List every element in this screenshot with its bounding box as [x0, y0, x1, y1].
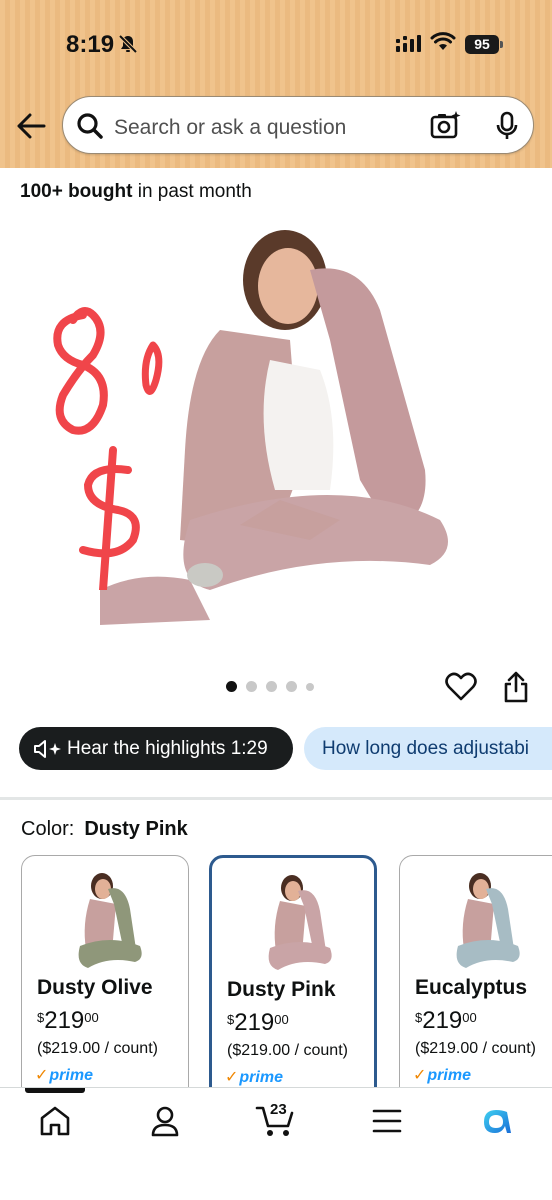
color-option-price: $21900 [37, 1007, 99, 1035]
unit-price: ($219.00 / count) [37, 1040, 158, 1057]
price-fraction: 00 [274, 1012, 289, 1027]
prime-check-icon: ✓ [35, 1067, 49, 1084]
color-option-price: $21900 [415, 1007, 477, 1035]
color-option-price: $21900 [227, 1009, 289, 1037]
bought-count: 100+ bought [20, 181, 133, 202]
search-input[interactable]: Search or ask a question [62, 96, 534, 154]
menu-icon[interactable] [372, 1108, 402, 1139]
price-fraction: 00 [462, 1010, 477, 1025]
bought-suffix: in past month [132, 181, 252, 202]
carousel-dot[interactable] [286, 681, 297, 692]
wifi-icon [430, 32, 456, 57]
share-icon[interactable] [503, 671, 529, 708]
carousel-dot[interactable] [246, 681, 257, 692]
hear-highlights-label: Hear the highlights 1:29 [67, 738, 268, 759]
color-option-dusty-pink[interactable]: Dusty Pink $21900 ($219.00 / count) ✓pri… [209, 855, 377, 1105]
rufus-assistant-icon[interactable] [480, 1105, 514, 1142]
color-selector-label: Color: Dusty Pink [21, 818, 188, 841]
active-tab-indicator [25, 1088, 85, 1093]
microphone-icon[interactable] [495, 111, 519, 146]
status-time: 8:19 [66, 31, 115, 58]
price-currency: $ [415, 1010, 423, 1025]
hear-highlights-button[interactable]: Hear the highlights 1:29 [19, 727, 293, 770]
cart-count: 23 [270, 1101, 287, 1118]
section-divider [0, 797, 552, 800]
color-option-thumbnail [456, 873, 520, 968]
pillow-shape [456, 940, 520, 968]
account-icon[interactable] [150, 1105, 180, 1142]
color-option-name: Dusty Olive [37, 976, 153, 999]
carousel-dot[interactable] [226, 681, 237, 692]
app-header: 8:19 95 Search or ask a question [0, 0, 552, 168]
camera-search-icon[interactable] [430, 110, 462, 145]
unit-price: ($219.00 / count) [415, 1040, 536, 1057]
pillow-shape [268, 942, 332, 970]
carousel-dot[interactable] [266, 681, 277, 692]
battery-indicator: 95 [465, 35, 499, 54]
color-option-dusty-olive[interactable]: Dusty Olive $21900 ($219.00 / count) ✓pr… [21, 855, 189, 1105]
status-bar: 8:19 95 [0, 0, 552, 90]
price-currency: $ [227, 1012, 235, 1027]
price-whole: 219 [422, 1007, 463, 1034]
search-icon [76, 112, 104, 145]
suggested-question-button[interactable]: How long does adjustabi [304, 727, 552, 770]
search-placeholder: Search or ask a question [114, 116, 347, 139]
prime-badge: ✓prime [413, 1065, 471, 1085]
prime-label: prime [49, 1067, 93, 1084]
home-icon[interactable] [38, 1105, 72, 1142]
color-option-thumbnail [268, 875, 332, 970]
bell-off-icon [118, 34, 138, 59]
pillow-shape [78, 940, 142, 968]
selected-color: Dusty Pink [84, 818, 188, 840]
bought-in-past-month: 100+ bought in past month [20, 181, 252, 203]
prime-badge: ✓prime [225, 1067, 283, 1087]
price-fraction: 00 [84, 1010, 99, 1025]
price-whole: 219 [234, 1009, 275, 1036]
bottom-navigation: 23 [0, 1087, 552, 1200]
unit-price: ($219.00 / count) [227, 1042, 348, 1059]
price-whole: 219 [44, 1007, 85, 1034]
color-option-name: Eucalyptus [415, 976, 528, 999]
cellular-signal-icon [396, 35, 422, 58]
image-carousel-dots[interactable] [226, 681, 314, 692]
speaker-sparkle-icon [33, 739, 63, 764]
suggested-question-label: How long does adjustabi [322, 738, 530, 759]
price-currency: $ [37, 1010, 45, 1025]
prime-badge: ✓prime [35, 1065, 93, 1085]
color-option-thumbnail [78, 873, 142, 968]
heart-icon[interactable] [445, 672, 477, 707]
color-option-eucalyptus[interactable]: Eucalyptus $21900 ($219.00 / count) ✓pri… [399, 855, 552, 1105]
prime-check-icon: ✓ [413, 1067, 427, 1084]
handwritten-price-annotation [38, 300, 178, 595]
prime-label: prime [427, 1067, 471, 1084]
battery-tip [500, 41, 503, 48]
back-arrow-icon[interactable] [16, 112, 46, 145]
prime-check-icon: ✓ [225, 1069, 239, 1086]
color-option-name: Dusty Pink [227, 978, 336, 1001]
prime-label: prime [239, 1069, 283, 1086]
carousel-dot[interactable] [306, 682, 314, 691]
color-label: Color: [21, 818, 75, 840]
